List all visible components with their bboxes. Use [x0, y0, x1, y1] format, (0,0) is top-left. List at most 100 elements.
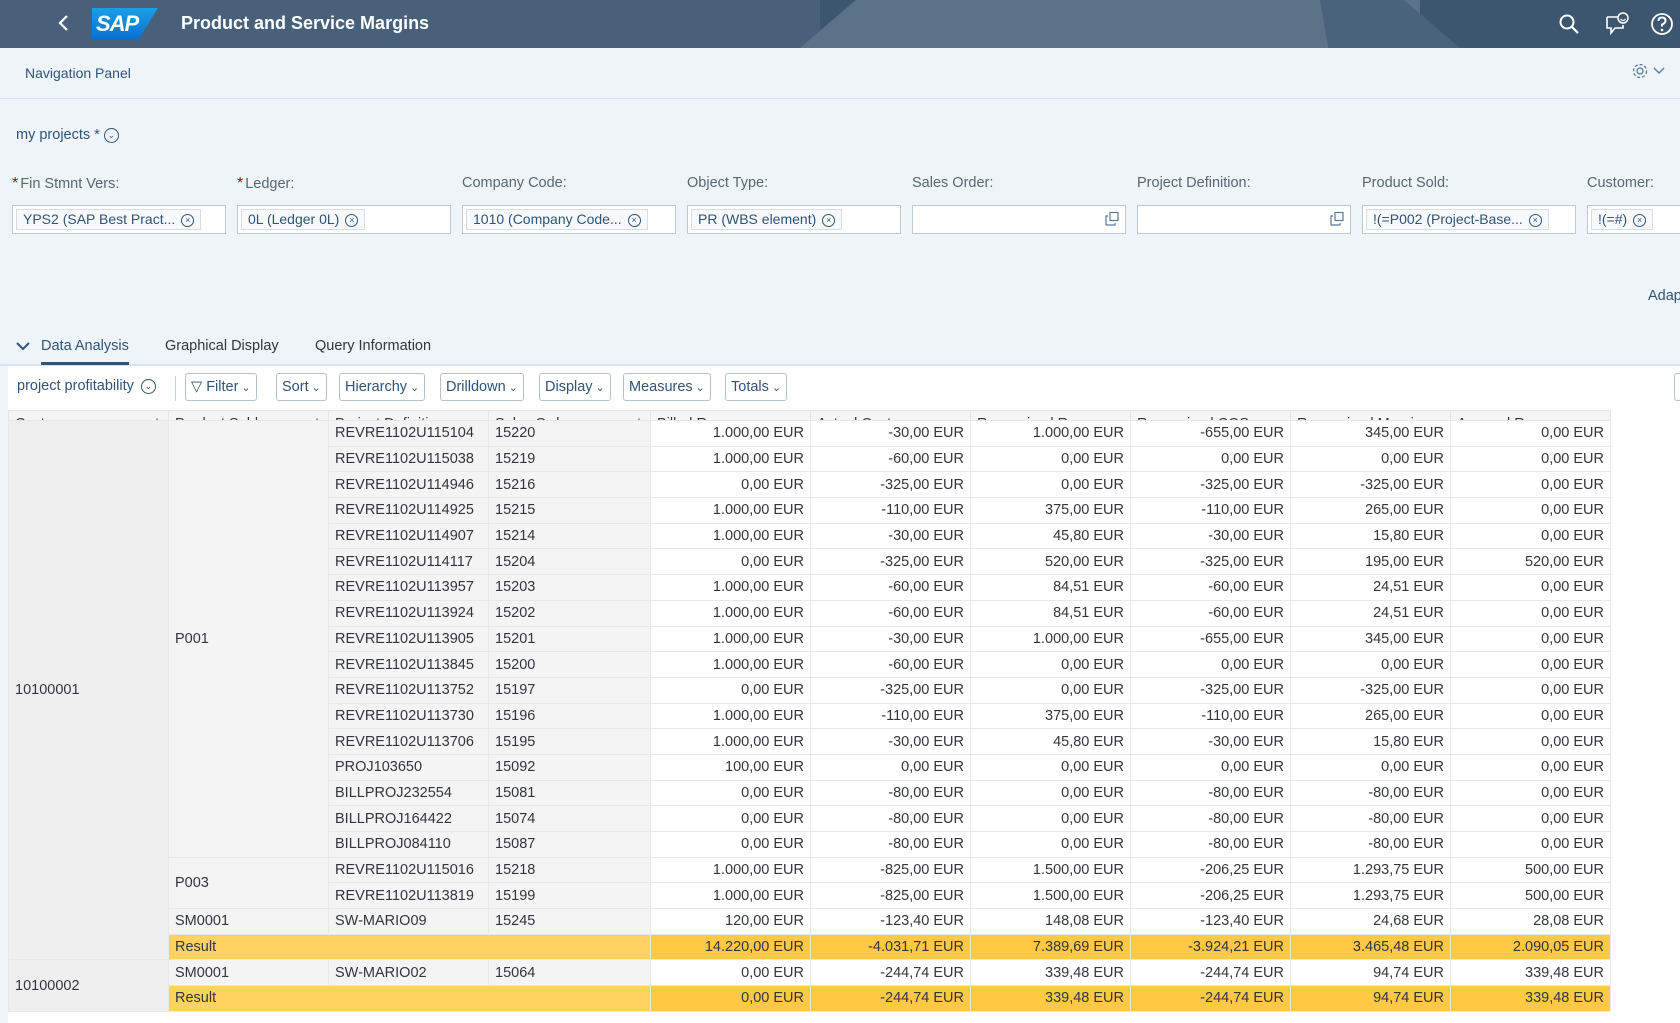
display-button[interactable]: Display ⌄	[539, 373, 611, 401]
adapt-filters-link[interactable]: Adap	[1648, 288, 1680, 304]
filter-token[interactable]: PR (WBS element) ×	[691, 209, 843, 230]
measure-cell: 0,00 EUR	[970, 471, 1131, 499]
remove-token-icon[interactable]: ×	[1633, 213, 1647, 227]
filter-input[interactable]: PR (WBS element) ×	[687, 205, 901, 234]
table-row[interactable]: 10100002 SM0001 SW-MARIO02 15064 0,00 EUR -24…	[8, 959, 1611, 1012]
value-help-icon[interactable]	[1329, 211, 1345, 230]
project-definition-cell: BILLPROJ232554	[328, 779, 489, 807]
settings-button[interactable]	[1632, 62, 1666, 85]
collapse-chevron-icon[interactable]	[16, 339, 30, 355]
result-value-cell: 0,00 EUR	[650, 985, 811, 1012]
measure-cell: 1.293,75 EUR	[1290, 882, 1451, 910]
filter-input[interactable]	[912, 205, 1126, 234]
filter-token-text: !(=P002 (Project-Base...	[1373, 211, 1523, 227]
filter-token-text: 0L (Ledger 0L)	[248, 211, 340, 227]
filter-input[interactable]: 1010 (Company Code... ×	[462, 205, 676, 234]
measure-cell: 0,00 EUR	[1130, 753, 1291, 781]
measure-cell: 0,00 EUR	[810, 753, 971, 781]
filter-token[interactable]: !(=#) ×	[1591, 209, 1654, 230]
sales-order-cell: 15087	[488, 831, 651, 858]
remove-token-icon[interactable]: ×	[627, 213, 641, 227]
filter-input[interactable]	[1137, 205, 1351, 234]
sales-order-cell: 15204	[488, 548, 651, 576]
drilldown-button-label: Drilldown	[446, 379, 506, 395]
sales-order-cell: 15214	[488, 522, 651, 550]
filter-token[interactable]: !(=P002 (Project-Base... ×	[1366, 209, 1549, 230]
measure-cell: 0,00 EUR	[1450, 625, 1611, 653]
help-button[interactable]	[1650, 12, 1674, 36]
measure-cell: -206,25 EUR	[1130, 882, 1291, 910]
chevron-down-circle-icon: ⌄	[103, 127, 119, 143]
result-label: Result	[168, 985, 651, 1012]
remove-token-icon[interactable]: ×	[345, 213, 359, 227]
tab-graphical-display[interactable]: Graphical Display	[165, 338, 279, 362]
toolbar-overflow-button[interactable]	[1674, 373, 1680, 401]
result-value-cell: 339,48 EUR	[970, 985, 1131, 1012]
measure-cell: 0,00 EUR	[970, 779, 1131, 807]
variant-selector[interactable]: my projects * ⌄	[16, 127, 119, 143]
measure-cell: 0,00 EUR	[1290, 753, 1451, 781]
back-button[interactable]	[52, 10, 76, 36]
measure-cell: 0,00 EUR	[1450, 497, 1611, 524]
result-value-cell: 14.220,00 EUR	[650, 933, 811, 961]
measure-cell: -80,00 EUR	[1130, 831, 1291, 858]
measure-cell: -325,00 EUR	[1290, 471, 1451, 499]
measure-cell: 500,00 EUR	[1450, 882, 1611, 910]
filter-token-text: YPS2 (SAP Best Pract...	[23, 211, 176, 227]
remove-token-icon[interactable]: ×	[181, 213, 195, 227]
view-selector[interactable]: project profitability ⌄	[17, 378, 156, 394]
filter-token[interactable]: 0L (Ledger 0L) ×	[241, 209, 366, 230]
tab-data-analysis[interactable]: Data Analysis	[41, 338, 129, 365]
remove-token-icon[interactable]: ×	[1528, 213, 1542, 227]
search-button[interactable]	[1557, 12, 1581, 36]
measure-cell: 345,00 EUR	[1290, 420, 1451, 447]
sort-button[interactable]: Sort ⌄	[276, 373, 327, 401]
table-row[interactable]: 10100001 P001 REVRE1102U115104 15220 1.000,0…	[8, 419, 1611, 961]
measure-cell: 0,00 EUR	[1450, 420, 1611, 447]
remove-token-icon[interactable]: ×	[822, 213, 836, 227]
filter-input[interactable]: 0L (Ledger 0L) ×	[237, 205, 451, 234]
drilldown-button[interactable]: Drilldown ⌄	[440, 373, 524, 401]
hierarchy-button[interactable]: Hierarchy ⌄	[339, 373, 426, 401]
measure-cell: 339,48 EUR	[970, 959, 1131, 987]
table-row[interactable]: P003 REVRE1102U115016 15218 1.000,00 EUR -82…	[9, 856, 1611, 910]
shell-decoration	[1320, 0, 1460, 48]
filter-input[interactable]: YPS2 (SAP Best Pract... ×	[12, 205, 226, 234]
filter-input[interactable]: !(=#) ×	[1587, 205, 1680, 234]
navigation-panel-link[interactable]: Navigation Panel	[25, 65, 131, 81]
totals-button[interactable]: Totals ⌄	[725, 373, 788, 401]
tab-query-information[interactable]: Query Information	[315, 338, 431, 362]
measure-cell: 0,00 EUR	[1450, 702, 1611, 730]
project-definition-cell: SW-MARIO09	[328, 908, 489, 935]
measure-cell: 0,00 EUR	[1130, 445, 1291, 473]
filter-field: * Ledger: 0L (Ledger 0L) ×	[237, 175, 451, 234]
measure-cell: 0,00 EUR	[970, 651, 1131, 678]
measure-cell: 1.000,00 EUR	[650, 625, 811, 653]
measure-cell: 84,51 EUR	[970, 599, 1131, 627]
measure-cell: -655,00 EUR	[1130, 420, 1291, 447]
feedback-button[interactable]	[1604, 12, 1629, 36]
sales-order-cell: 15092	[488, 753, 651, 781]
measure-cell: 0,00 EUR	[1130, 651, 1291, 678]
filter-token[interactable]: 1010 (Company Code... ×	[466, 209, 648, 230]
filter-token[interactable]: YPS2 (SAP Best Pract... ×	[16, 209, 202, 230]
value-help-icon[interactable]	[1104, 211, 1120, 230]
measure-cell: 0,00 EUR	[970, 676, 1131, 704]
measure-cell: 0,00 EUR	[1450, 831, 1611, 858]
measure-cell: 0,00 EUR	[1450, 676, 1611, 704]
measure-cell: 1.000,00 EUR	[970, 420, 1131, 447]
project-definition-cell: REVRE1102U115104	[328, 420, 489, 447]
filter-button[interactable]: ▽ Filter ⌄	[185, 373, 257, 401]
measure-cell: 1.293,75 EUR	[1290, 856, 1451, 884]
view-label: project profitability	[17, 378, 134, 394]
project-definition-cell: REVRE1102U114925	[328, 497, 489, 524]
measures-button[interactable]: Measures ⌄	[623, 373, 711, 401]
feedback-icon	[1606, 12, 1629, 36]
result-value-cell: 3.465,48 EUR	[1290, 933, 1451, 961]
variant-label: my projects *	[16, 127, 100, 143]
filter-input[interactable]: !(=P002 (Project-Base... ×	[1362, 205, 1576, 234]
measure-cell: 345,00 EUR	[1290, 625, 1451, 653]
measure-cell: -60,00 EUR	[810, 651, 971, 678]
sales-order-cell: 15195	[488, 728, 651, 755]
table-row[interactable]: SM0001 SW-MARIO09 15245 120,00 EUR -123,40 E…	[9, 908, 1611, 935]
